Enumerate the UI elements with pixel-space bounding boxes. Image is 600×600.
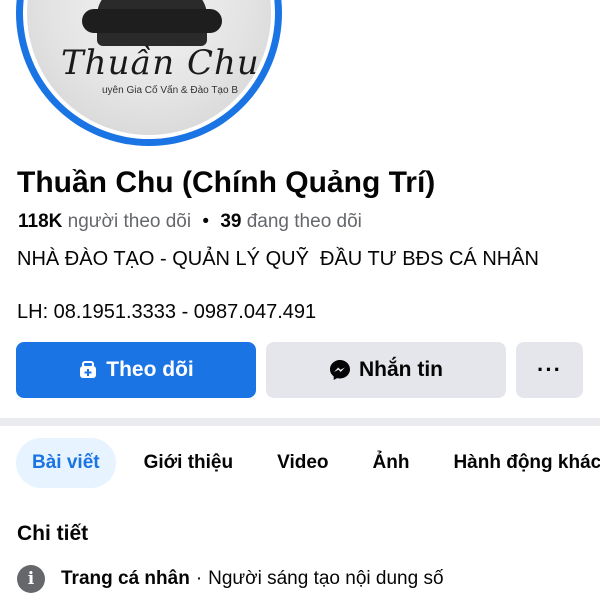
detail-row-profile: i Trang cá nhân · Người sáng tạo nội dun… (17, 564, 444, 594)
profile-bio: NHÀ ĐÀO TẠO - QUẢN LÝ QUỸ ĐẦU TƯ BĐS CÁ … (17, 248, 539, 270)
following-count[interactable]: 39 (220, 211, 241, 232)
info-icon: i (17, 565, 45, 593)
tab-video[interactable]: Video (261, 438, 344, 488)
profile-name: Thuần Chu (Chính Quảng Trí) (17, 166, 436, 199)
tab-photos[interactable]: Ảnh (357, 438, 426, 488)
message-button-label: Nhắn tin (359, 358, 443, 381)
avatar-person-arms (82, 9, 222, 33)
profile-contact: LH: 08.1951.3333 - 0987.047.491 (17, 301, 317, 323)
messenger-icon (329, 359, 351, 381)
followers-count[interactable]: 118K (18, 211, 62, 232)
profile-tabs: Bài viết Giới thiệu Video Ảnh Hành động … (16, 438, 600, 488)
following-label[interactable]: đang theo dõi (247, 211, 362, 232)
detail-value: Người sáng tạo nội dung số (208, 568, 444, 589)
tab-about[interactable]: Giới thiệu (128, 438, 250, 488)
avatar-photo: Thuần Chu uyên Gia Cố Vấn & Đào Tạo B (27, 0, 271, 135)
detail-label: Trang cá nhân (61, 568, 190, 589)
avatar-caption: uyên Gia Cố Vấn & Đào Tạo B (102, 85, 239, 96)
profile-avatar[interactable]: Thuần Chu uyên Gia Cố Vấn & Đào Tạo B (16, 0, 282, 146)
avatar-border: Thuần Chu uyên Gia Cố Vấn & Đào Tạo B (23, 0, 275, 139)
follow-button[interactable]: Theo dõi (16, 342, 256, 398)
stats-separator: • (202, 211, 210, 232)
message-button[interactable]: Nhắn tin (266, 342, 506, 398)
tab-posts[interactable]: Bài viết (16, 438, 116, 488)
add-friend-icon (78, 360, 98, 380)
avatar-signature: Thuần Chu (61, 43, 260, 83)
profile-stats: 118K người theo dõi • 39 đang theo dõi (18, 211, 362, 233)
more-icon: ··· (537, 357, 562, 382)
section-divider (0, 418, 600, 426)
detail-separator: · (195, 568, 203, 589)
more-button[interactable]: ··· (516, 342, 583, 398)
follow-button-label: Theo dõi (106, 358, 194, 381)
tab-more-actions[interactable]: Hành động khác (437, 438, 600, 488)
followers-label[interactable]: người theo dõi (68, 211, 191, 232)
details-title: Chi tiết (17, 522, 89, 545)
